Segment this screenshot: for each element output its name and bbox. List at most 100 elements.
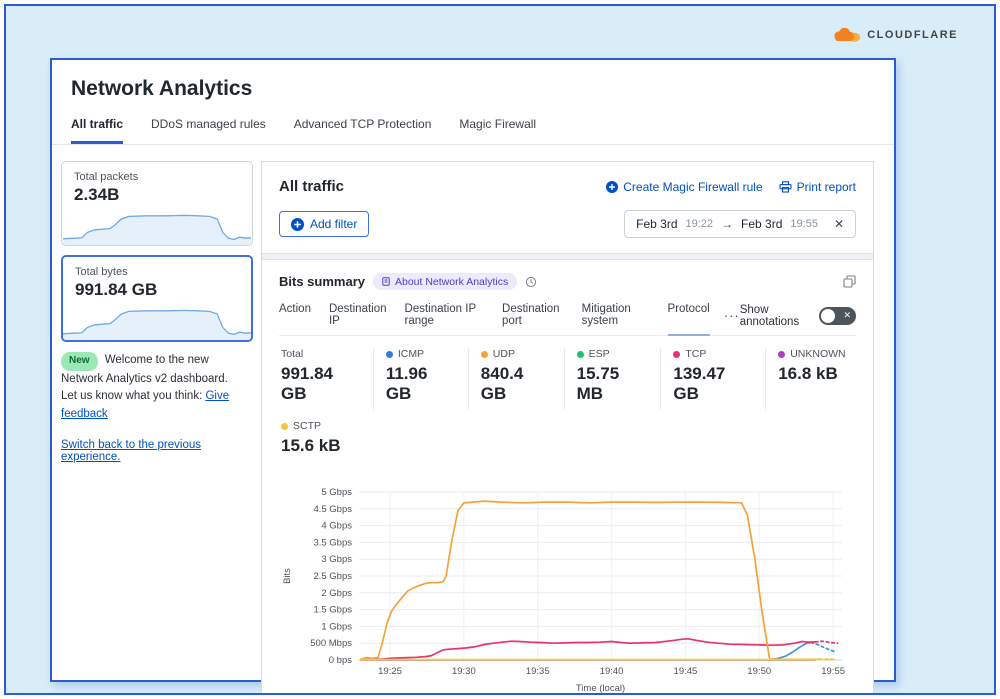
stat-total: Total 991.84 GB xyxy=(279,348,374,410)
main-tabs: All traffic DDoS managed rules Advanced … xyxy=(52,101,894,145)
v2-notice: New Welcome to the new Network Analytics… xyxy=(61,352,247,424)
metrics-sidebar: Total packets 2.34B Total bytes 991.84 G… xyxy=(61,161,253,695)
print-report-link[interactable]: Print report xyxy=(779,180,856,194)
toggle-off-icon: ✕ xyxy=(843,310,851,321)
svg-text:3 Gbps: 3 Gbps xyxy=(321,554,352,565)
svg-text:4 Gbps: 4 Gbps xyxy=(321,521,352,532)
total-bytes-sparkline xyxy=(63,300,251,340)
arrow-right-icon: → xyxy=(721,217,733,231)
stat-total-value: 991.84 GB xyxy=(281,364,359,404)
network-analytics-dashboard: Network Analytics All traffic DDoS manag… xyxy=(50,58,896,682)
tab-magic-firewall[interactable]: Magic Firewall xyxy=(459,117,536,144)
show-annotations-label: Show annotations xyxy=(740,304,810,328)
dim-mitigation-system[interactable]: Mitigation system xyxy=(582,303,650,335)
dim-destination-port[interactable]: Destination port xyxy=(502,303,564,335)
more-dimensions-button[interactable]: ··· xyxy=(724,308,740,331)
udp-dot xyxy=(481,351,488,358)
close-icon[interactable]: ✕ xyxy=(834,217,844,231)
total-bytes-card[interactable]: Total bytes 991.84 GB xyxy=(61,255,253,342)
show-annotations-toggle[interactable]: ✕ xyxy=(819,307,856,325)
doc-icon xyxy=(382,277,390,286)
svg-text:Bits: Bits xyxy=(282,568,293,584)
svg-text:19:40: 19:40 xyxy=(600,666,624,677)
end-time: 19:55 xyxy=(790,218,818,230)
cloudflare-logo: CLOUDFLARE xyxy=(830,26,958,43)
svg-text:0 bps: 0 bps xyxy=(329,655,352,666)
svg-text:19:35: 19:35 xyxy=(526,666,550,677)
tcp-dot xyxy=(673,351,680,358)
protocol-stats-row: Total 991.84 GB ICMP 11.96 GB UDP 840.4 … xyxy=(279,348,856,410)
add-filter-label: Add filter xyxy=(310,217,357,231)
print-report-label: Print report xyxy=(797,180,856,194)
svg-text:19:55: 19:55 xyxy=(821,666,845,677)
stat-unknown: UNKNOWN 16.8 kB xyxy=(766,348,856,410)
stat-esp-value: 15.75 MB xyxy=(577,364,647,404)
svg-text:1.5 Gbps: 1.5 Gbps xyxy=(313,605,352,616)
svg-text:19:50: 19:50 xyxy=(747,666,771,677)
stat-esp: ESP 15.75 MB xyxy=(565,348,662,410)
stat-udp: UDP 840.4 GB xyxy=(469,348,565,410)
stat-udp-value: 840.4 GB xyxy=(481,364,550,404)
expand-icon[interactable] xyxy=(843,275,856,288)
bits-summary-section: Bits summary About Network Analytics xyxy=(262,260,873,695)
bits-time-series-chart[interactable]: 19:25 19:30 19:35 19:40 19:45 19:50 19:55 0 bps… xyxy=(279,484,856,695)
stat-icmp: ICMP 11.96 GB xyxy=(374,348,469,410)
new-badge: New xyxy=(61,352,98,371)
stat-udp-label: UDP xyxy=(493,348,515,360)
printer-icon xyxy=(779,181,792,193)
protocol-stats-row-2: SCTP 15.6 kB xyxy=(279,420,856,462)
date-range-picker[interactable]: Feb 3rd 19:22 → Feb 3rd 19:55 ✕ xyxy=(624,210,856,238)
traffic-chart-container: 19:25 19:30 19:35 19:40 19:45 19:50 19:55 0 bps… xyxy=(279,484,856,695)
svg-text:2 Gbps: 2 Gbps xyxy=(321,588,352,599)
svg-text:19:45: 19:45 xyxy=(674,666,698,677)
stat-tcp-label: TCP xyxy=(685,348,706,360)
stat-sctp-value: 15.6 kB xyxy=(281,436,353,456)
plus-circle-icon xyxy=(606,181,618,193)
stat-sctp-label: SCTP xyxy=(293,420,321,432)
end-date: Feb 3rd xyxy=(741,217,782,231)
start-time: 19:22 xyxy=(686,218,714,230)
stat-esp-label: ESP xyxy=(589,348,610,360)
total-bytes-label: Total bytes xyxy=(63,257,251,278)
bits-summary-title: Bits summary xyxy=(279,274,365,289)
tab-ddos-managed-rules[interactable]: DDoS managed rules xyxy=(151,117,266,144)
create-magic-firewall-rule-link[interactable]: Create Magic Firewall rule xyxy=(606,180,762,194)
stat-icmp-value: 11.96 GB xyxy=(386,364,454,404)
plus-circle-icon xyxy=(291,218,304,231)
dim-destination-ip-range[interactable]: Destination IP range xyxy=(405,303,485,335)
stat-unknown-value: 16.8 kB xyxy=(778,364,842,384)
dim-destination-ip[interactable]: Destination IP xyxy=(329,303,387,335)
total-packets-sparkline xyxy=(62,205,252,245)
total-packets-label: Total packets xyxy=(62,162,252,183)
stat-tcp-value: 139.47 GB xyxy=(673,364,751,404)
total-packets-value: 2.34B xyxy=(62,183,252,205)
total-bytes-value: 991.84 GB xyxy=(63,278,251,300)
dim-protocol[interactable]: Protocol xyxy=(668,303,710,336)
clock-icon[interactable] xyxy=(525,276,537,288)
unknown-dot xyxy=(778,351,785,358)
svg-text:4.5 Gbps: 4.5 Gbps xyxy=(313,504,352,515)
stat-unknown-label: UNKNOWN xyxy=(790,348,845,360)
stat-total-label: Total xyxy=(281,348,303,360)
stat-tcp: TCP 139.47 GB xyxy=(661,348,766,410)
tab-advanced-tcp-protection[interactable]: Advanced TCP Protection xyxy=(294,117,432,144)
svg-text:19:25: 19:25 xyxy=(378,666,402,677)
section-divider xyxy=(262,253,873,260)
stat-icmp-label: ICMP xyxy=(398,348,424,360)
cloudflare-logo-text: CLOUDFLARE xyxy=(867,29,958,41)
toggle-knob xyxy=(821,309,835,323)
panel-title: All traffic xyxy=(279,178,344,195)
esp-dot xyxy=(577,351,584,358)
dim-action[interactable]: Action xyxy=(279,303,311,335)
svg-text:1 Gbps: 1 Gbps xyxy=(321,621,352,632)
total-packets-card[interactable]: Total packets 2.34B xyxy=(61,161,253,246)
tab-all-traffic[interactable]: All traffic xyxy=(71,117,123,144)
switch-back-link[interactable]: Switch back to the previous experience. xyxy=(61,439,253,463)
icmp-dot xyxy=(386,351,393,358)
start-date: Feb 3rd xyxy=(636,217,677,231)
about-network-analytics-badge[interactable]: About Network Analytics xyxy=(373,273,517,290)
about-badge-label: About Network Analytics xyxy=(395,276,508,288)
add-filter-button[interactable]: Add filter xyxy=(279,211,369,237)
sctp-dot xyxy=(281,423,288,430)
svg-text:19:30: 19:30 xyxy=(452,666,476,677)
